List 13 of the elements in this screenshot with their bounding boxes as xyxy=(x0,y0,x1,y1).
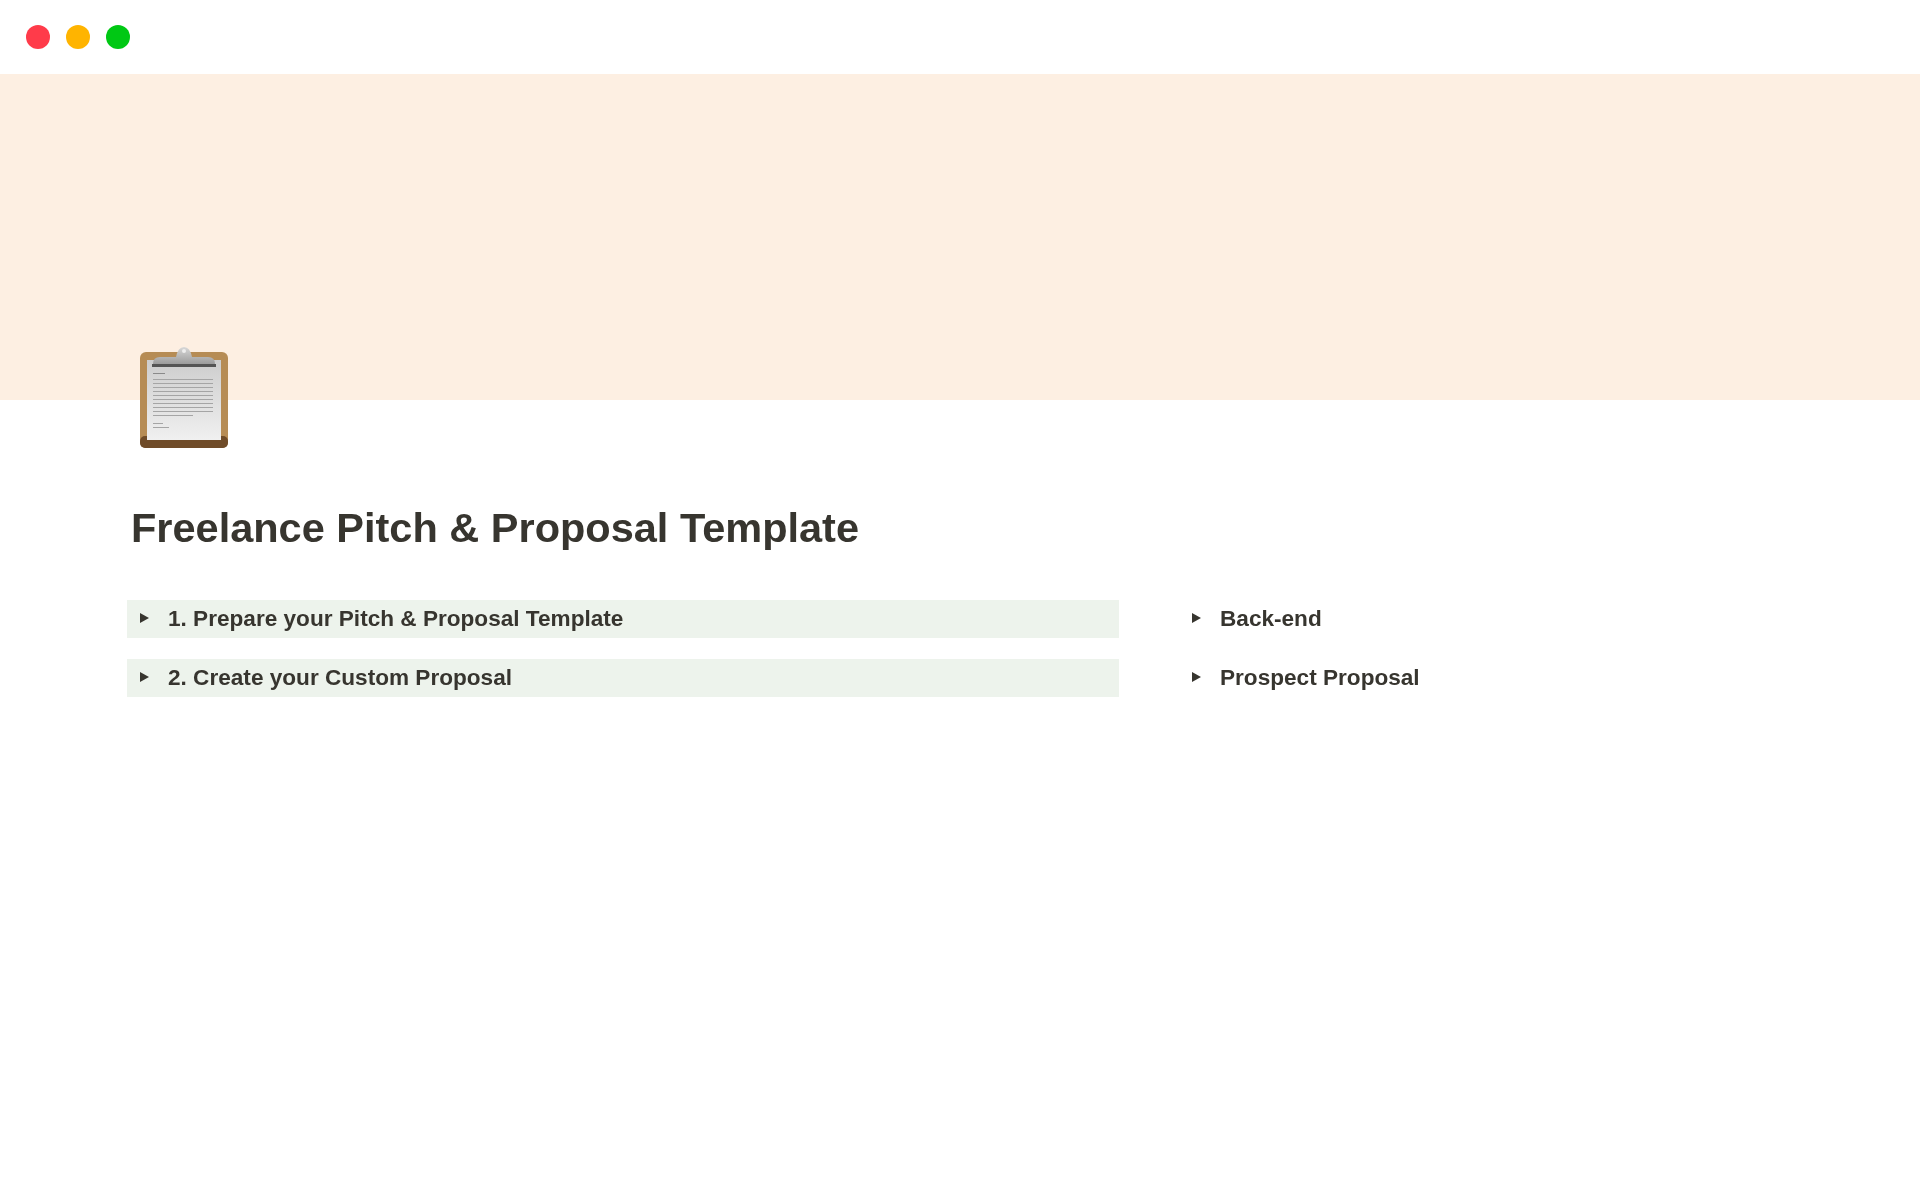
window-button[interactable] xyxy=(26,25,50,49)
toggle-title: 1. Prepare your Pitch & Proposal Template xyxy=(168,606,624,632)
toggle-block[interactable]: 2. Create your Custom Proposal xyxy=(127,659,1119,697)
triangle-icon[interactable] xyxy=(1192,672,1201,682)
toggle-title: Back-end xyxy=(1220,606,1322,632)
toggle-title: 2. Create your Custom Proposal xyxy=(168,665,512,691)
clipboard-icon xyxy=(140,344,228,448)
triangle-icon[interactable] xyxy=(140,672,149,682)
toggle-title: Prospect Proposal xyxy=(1220,665,1420,691)
triangle-icon[interactable] xyxy=(140,613,149,623)
triangle-icon[interactable] xyxy=(1192,613,1201,623)
toggle-block[interactable]: 1. Prepare your Pitch & Proposal Template xyxy=(127,600,1119,638)
page-title: Freelance Pitch & Proposal Template xyxy=(131,504,859,552)
